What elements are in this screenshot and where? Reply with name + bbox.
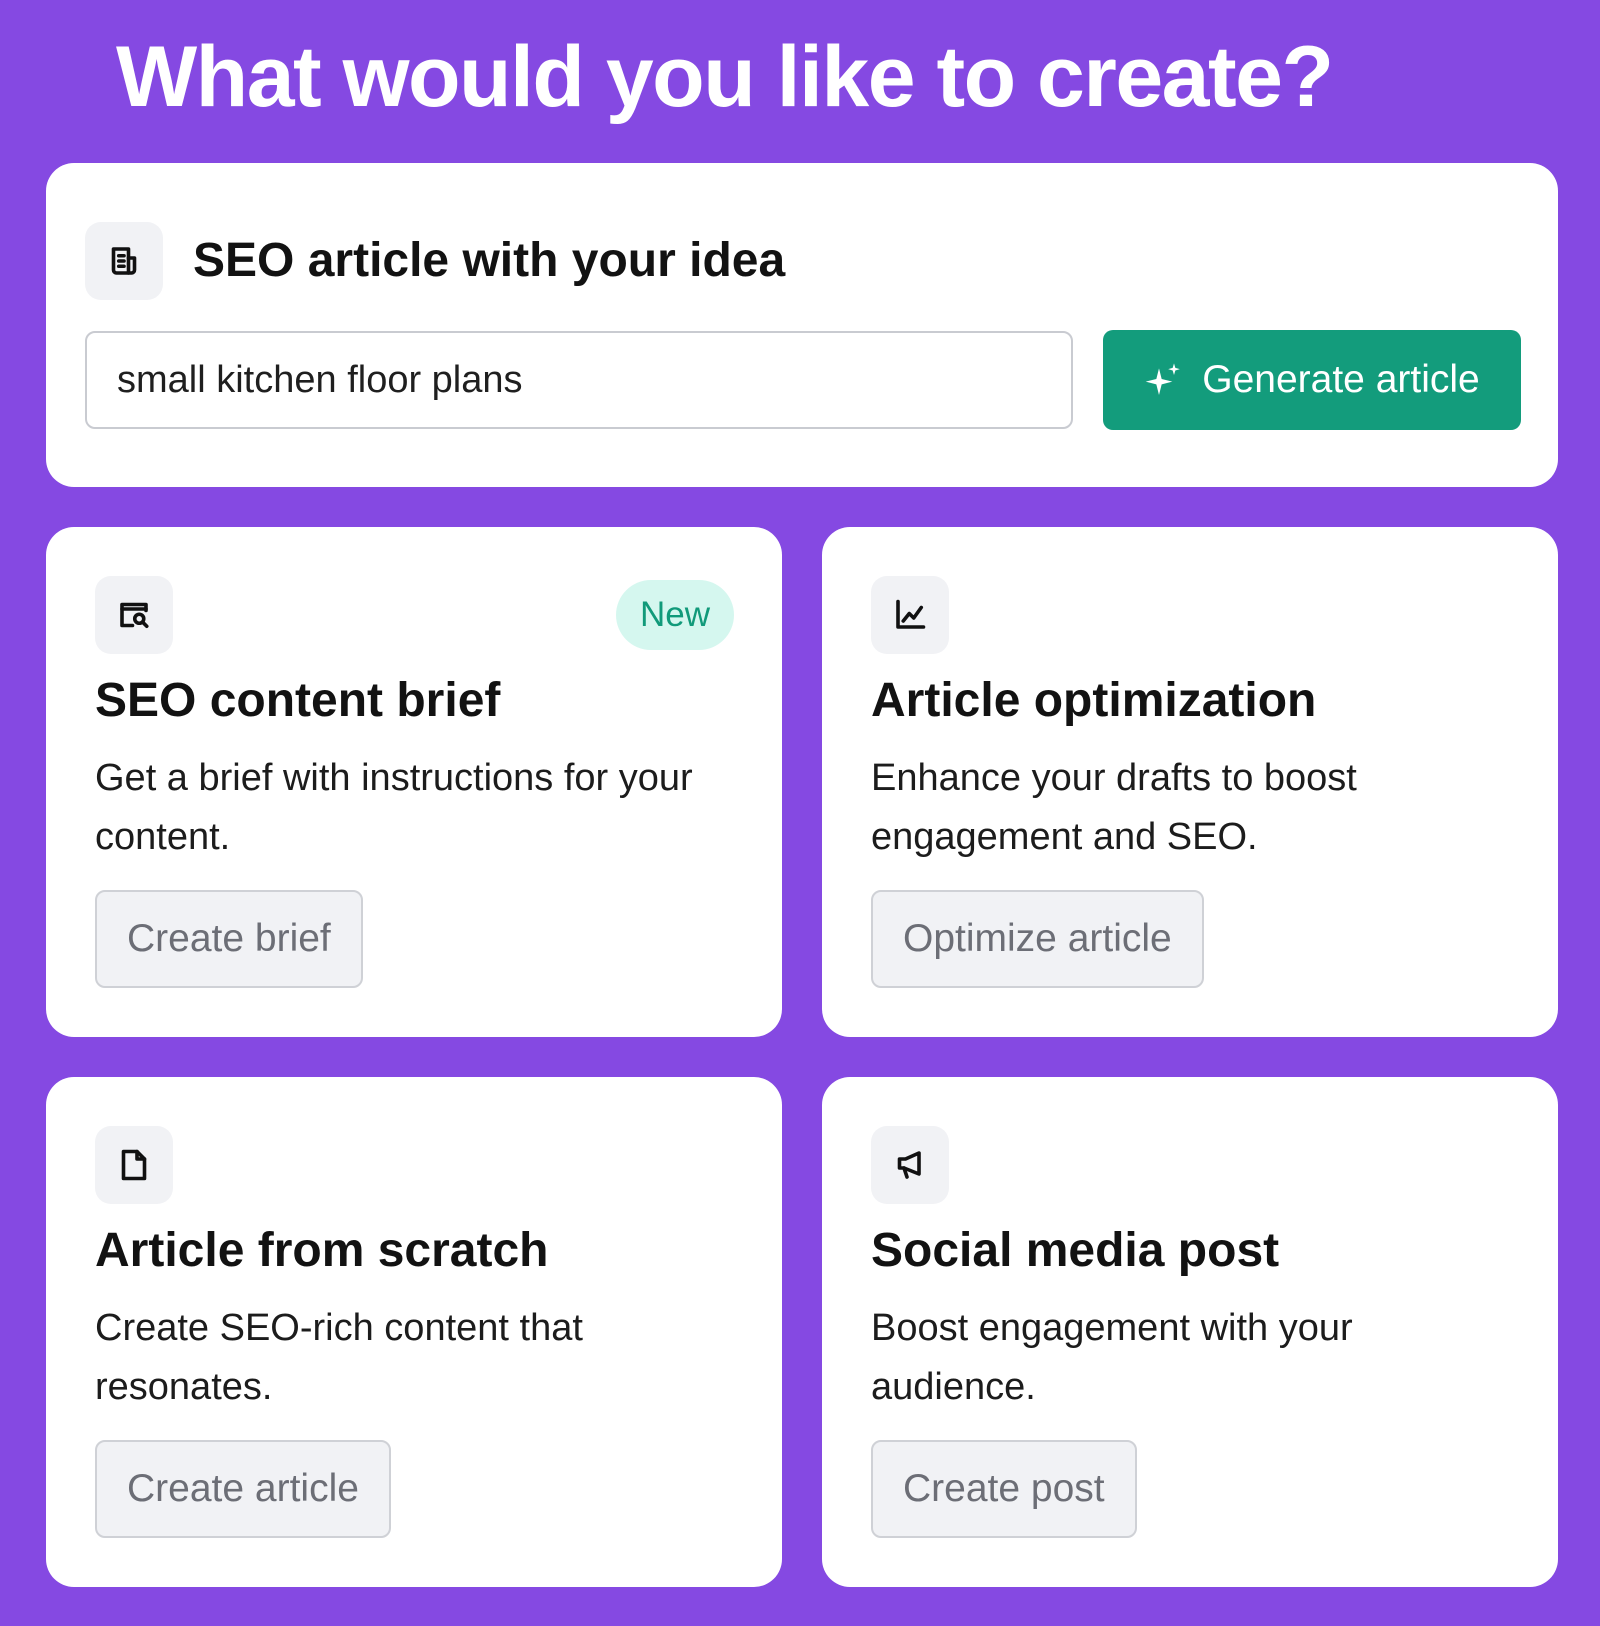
social-media-post-card: Social media post Boost engagement with … <box>822 1077 1558 1587</box>
card-title: SEO content brief <box>95 674 501 727</box>
idea-input[interactable] <box>85 331 1073 429</box>
document-lines-icon <box>85 222 163 300</box>
create-post-button[interactable]: Create post <box>871 1440 1137 1538</box>
article-optimization-card: Article optimization Enhance your drafts… <box>822 527 1558 1037</box>
card-title: Article from scratch <box>95 1224 549 1277</box>
generate-article-label: Generate article <box>1202 358 1480 401</box>
blank-document-icon <box>95 1126 173 1204</box>
card-title: Article optimization <box>871 674 1317 727</box>
seo-article-idea-card: SEO article with your idea Generate arti… <box>46 163 1558 487</box>
card-description: Enhance your drafts to boost engagement … <box>871 757 1357 858</box>
megaphone-icon <box>871 1126 949 1204</box>
page-title: What would you like to create? <box>116 29 1334 125</box>
generate-article-button[interactable]: Generate article <box>1103 330 1521 430</box>
seo-content-brief-card: New SEO content brief Get a brief with i… <box>46 527 782 1037</box>
new-badge: New <box>616 580 734 650</box>
article-from-scratch-card: Article from scratch Create SEO-rich con… <box>46 1077 782 1587</box>
card-description: Get a brief with instructions for your c… <box>95 757 693 858</box>
create-article-button[interactable]: Create article <box>95 1440 391 1538</box>
hero-title: SEO article with your idea <box>193 234 786 287</box>
card-title: Social media post <box>871 1224 1280 1277</box>
sparkle-icon <box>1145 363 1181 395</box>
card-description: Create SEO-rich content that resonates. <box>95 1307 583 1408</box>
card-description: Boost engagement with your audience. <box>871 1307 1353 1408</box>
line-chart-icon <box>871 576 949 654</box>
search-doc-icon <box>95 576 173 654</box>
optimize-article-button[interactable]: Optimize article <box>871 890 1204 988</box>
create-brief-button[interactable]: Create brief <box>95 890 363 988</box>
